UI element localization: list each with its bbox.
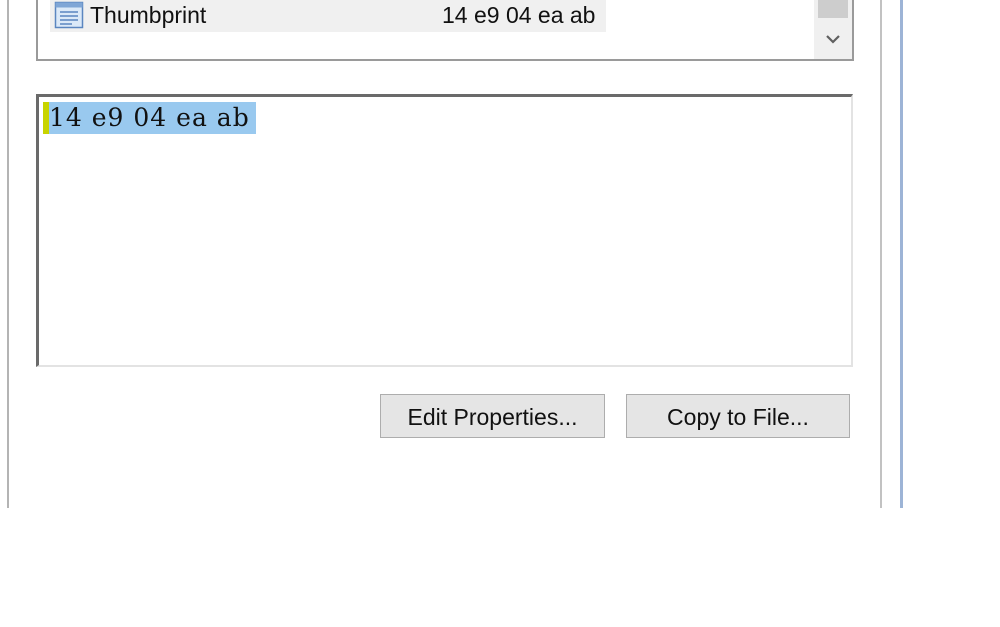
window-right-border <box>900 0 903 508</box>
scroll-down-button[interactable] <box>814 24 852 56</box>
property-document-icon <box>54 1 84 29</box>
field-list[interactable]: Thumbprint 14 e9 04 ea ab <box>36 0 854 61</box>
field-row-thumbprint[interactable]: Thumbprint 14 e9 04 ea ab <box>50 0 606 32</box>
copy-to-file-button[interactable]: Copy to File... <box>626 394 850 438</box>
field-value: 14 e9 04 ea ab <box>442 2 596 28</box>
panel-right-border <box>880 0 882 508</box>
details-tab-panel: Thumbprint 14 e9 04 ea ab 14 e9 04 ea ab <box>0 0 906 508</box>
panel-left-border <box>7 0 9 508</box>
field-name: Thumbprint <box>90 2 207 28</box>
vertical-scrollbar[interactable] <box>814 0 852 59</box>
chevron-down-icon <box>814 35 852 59</box>
certificate-details-screen: Thumbprint 14 e9 04 ea ab 14 e9 04 ea ab <box>0 0 1000 627</box>
field-value-textbox[interactable]: 14 e9 04 ea ab <box>36 94 853 367</box>
scrollbar-thumb[interactable] <box>818 0 848 18</box>
selected-value-text[interactable]: 14 e9 04 ea ab <box>49 102 256 134</box>
edit-properties-button[interactable]: Edit Properties... <box>380 394 605 438</box>
